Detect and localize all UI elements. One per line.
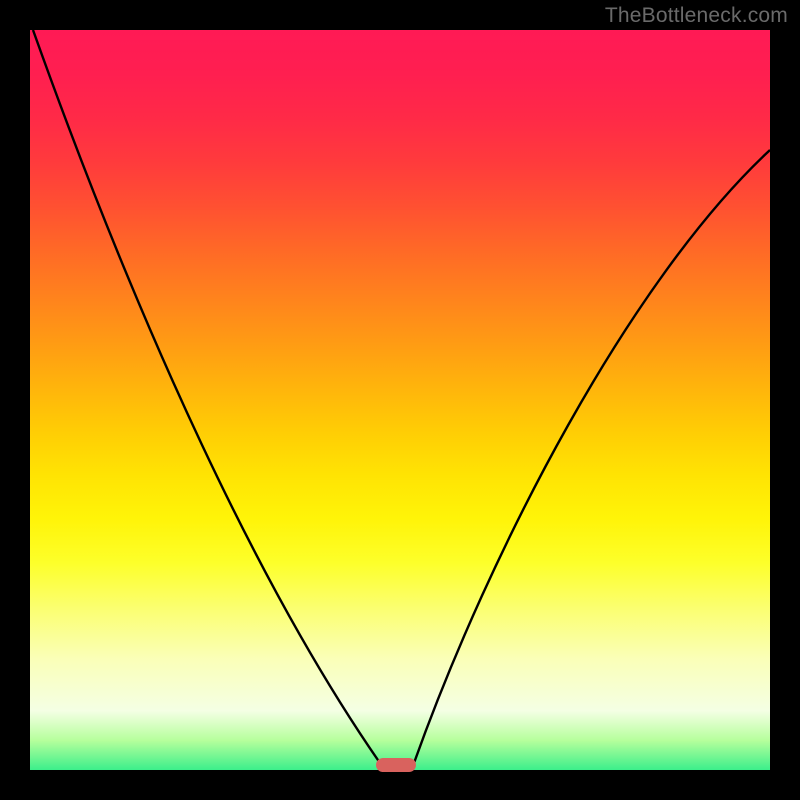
watermark-text: TheBottleneck.com [605,4,788,28]
curve-right [414,150,770,763]
curve-left [33,30,380,763]
curves-svg [30,30,770,770]
optimum-marker [376,758,416,772]
plot-area [30,30,770,770]
chart-frame: TheBottleneck.com [0,0,800,800]
